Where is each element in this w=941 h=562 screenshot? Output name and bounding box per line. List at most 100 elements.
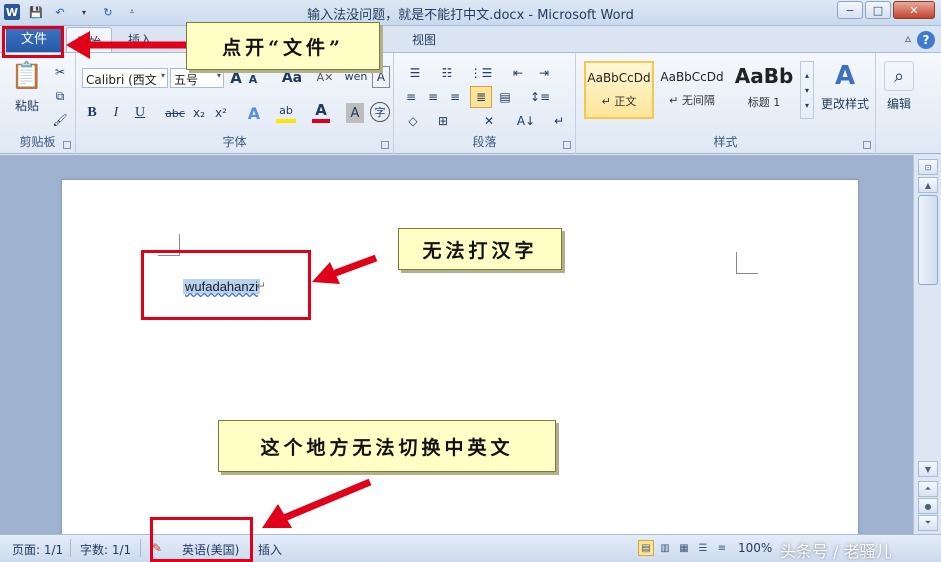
style-name: 标题 1 xyxy=(747,96,781,109)
multilevel-list-icon[interactable]: ⋮☰ xyxy=(468,63,494,83)
style-normal[interactable]: AaBbCcDd ↵ 正文 xyxy=(584,61,654,119)
chevron-up-icon[interactable]: ▴ xyxy=(805,71,809,80)
page-count[interactable]: 页面: 1/1 xyxy=(12,541,63,558)
style-sample: AaBbCcDd xyxy=(660,70,724,84)
styles-scroll[interactable]: ▴ ▾ ▾ xyxy=(800,61,814,119)
binoculars-icon[interactable]: ⌕ xyxy=(884,61,914,91)
maximize-button[interactable]: □ xyxy=(865,1,891,19)
font-group-label: 字体 xyxy=(222,135,247,149)
change-styles-button[interactable]: 更改样式 xyxy=(816,95,874,111)
scroll-up-icon[interactable]: ▲ xyxy=(918,177,938,193)
strikethrough-button[interactable]: abc xyxy=(164,103,186,123)
outline-icon[interactable]: ☰ xyxy=(695,540,711,556)
text-highlight xyxy=(141,250,311,320)
next-page-icon[interactable]: ⏷ xyxy=(918,515,938,531)
word-count[interactable]: 字数: 1/1 xyxy=(80,541,131,558)
group-clipboard: 📋 粘贴 ✂ ⧉ 🖌 剪贴板 xyxy=(0,53,76,154)
shrink-font-button[interactable]: A xyxy=(246,70,260,88)
styles-launcher-icon[interactable] xyxy=(863,141,871,149)
styles-group-label: 样式 xyxy=(713,135,738,149)
title-bar: W 💾 ↶ ▾ ↻ ⩡ 输入法没问题，就是不能打中文.docx - Micros… xyxy=(0,0,941,26)
decrease-indent-icon[interactable]: ⇤ xyxy=(508,63,528,83)
font-name-value: Calibri (西文 xyxy=(86,73,157,87)
align-center-icon[interactable]: ≡ xyxy=(424,87,442,107)
chinese-layout-icon[interactable]: ✕ xyxy=(478,111,500,131)
italic-button[interactable]: I xyxy=(108,103,124,123)
increase-indent-icon[interactable]: ⇥ xyxy=(534,63,554,83)
sort-icon[interactable]: A↓ xyxy=(516,111,536,131)
show-marks-icon[interactable]: ↵ xyxy=(550,111,568,131)
paste-icon[interactable]: 📋 xyxy=(10,59,44,93)
text-effects-icon[interactable]: A xyxy=(244,102,264,124)
minimize-button[interactable]: − xyxy=(837,1,863,19)
tab-insert[interactable]: 插入 xyxy=(128,31,152,48)
change-case-button[interactable]: Aa xyxy=(280,68,304,88)
font-size-combo[interactable]: 五号 ▾ xyxy=(170,68,224,88)
style-name: ↵ 正文 xyxy=(601,95,637,108)
minimize-ribbon-icon[interactable]: ▵ xyxy=(905,31,911,45)
numbering-icon[interactable]: ☷ xyxy=(434,63,460,83)
scroll-thumb[interactable] xyxy=(918,195,938,285)
callout-no-switch: 这个地方无法切换中英文 xyxy=(218,420,556,472)
style-name: ↵ 无间隔 xyxy=(669,94,715,107)
enclose-char-button[interactable]: 字 xyxy=(370,102,390,122)
browse-object-icon[interactable]: ● xyxy=(918,498,938,514)
grow-font-button[interactable]: A xyxy=(228,68,244,88)
tab-view[interactable]: 视图 xyxy=(412,31,436,48)
zoom-level[interactable]: 100% xyxy=(738,541,772,555)
tab-home[interactable]: 开始 xyxy=(66,27,113,53)
style-heading-1[interactable]: AaBb 标题 1 xyxy=(730,61,798,119)
font-name-combo[interactable]: Calibri (西文 ▾ xyxy=(82,68,168,88)
subscript-button[interactable]: x₂ xyxy=(190,103,208,123)
group-styles: AaBbCcDd ↵ 正文 AaBbCcDd ↵ 无间隔 AaBb 标题 1 ▴… xyxy=(576,53,876,154)
align-right-icon[interactable]: ≡ xyxy=(446,87,464,107)
highlight-button[interactable]: ab xyxy=(276,101,296,123)
help-icon[interactable]: ? xyxy=(917,31,935,49)
close-button[interactable]: ✕ xyxy=(893,1,935,19)
cut-icon[interactable]: ✂ xyxy=(50,63,70,81)
bold-button[interactable]: B xyxy=(84,103,100,123)
file-tab-highlight xyxy=(2,26,64,58)
group-editing: ⌕ 编辑 xyxy=(876,53,920,154)
format-painter-icon[interactable]: 🖌 xyxy=(50,111,70,129)
chevron-down-icon[interactable]: ▾ xyxy=(805,86,809,95)
clipboard-launcher-icon[interactable] xyxy=(63,141,71,149)
style-no-spacing[interactable]: AaBbCcDd ↵ 无间隔 xyxy=(656,61,728,119)
paragraph-launcher-icon[interactable] xyxy=(563,141,571,149)
full-screen-reading-icon[interactable]: ▥ xyxy=(657,540,673,556)
paste-button[interactable]: 粘贴 xyxy=(8,97,46,114)
char-shading-icon[interactable]: A xyxy=(346,103,364,123)
clear-format-icon[interactable]: A✕ xyxy=(316,67,334,87)
insert-mode[interactable]: 插入 xyxy=(258,541,282,558)
callout-no-hanzi: 无法打汉字 xyxy=(398,228,562,270)
more-styles-icon[interactable]: ▾ xyxy=(805,101,809,110)
draft-icon[interactable]: ≡ xyxy=(714,540,730,556)
watermark: 头条号 / 老骚儿 xyxy=(780,542,892,561)
font-color-button[interactable]: A xyxy=(312,101,330,123)
vertical-scrollbar[interactable]: ⊡ ▲ ▼ ⏶ ● ⏷ xyxy=(913,155,941,534)
line-spacing-icon[interactable]: ↕≡ xyxy=(528,87,552,107)
change-styles-icon[interactable]: A xyxy=(828,59,862,93)
superscript-button[interactable]: x² xyxy=(212,103,230,123)
web-layout-icon[interactable]: ▦ xyxy=(676,540,692,556)
shading-icon[interactable]: ◇ xyxy=(402,111,424,131)
callout-open-file: 点开“文件” xyxy=(186,22,380,70)
distributed-icon[interactable]: ▤ xyxy=(496,87,514,107)
chevron-down-icon: ▾ xyxy=(160,71,165,80)
bullets-icon[interactable]: ☰ xyxy=(402,63,428,83)
align-left-icon[interactable]: ≡ xyxy=(402,87,420,107)
margin-corner-tr xyxy=(736,252,758,274)
underline-button[interactable]: U xyxy=(132,103,148,123)
copy-icon[interactable]: ⧉ xyxy=(50,87,70,105)
font-launcher-icon[interactable] xyxy=(381,141,389,149)
scroll-down-icon[interactable]: ▼ xyxy=(918,461,938,477)
ribbon: 📋 粘贴 ✂ ⧉ 🖌 剪贴板 Calibri (西文 ▾ 五号 ▾ A A Aa A… xyxy=(0,52,941,154)
chevron-down-icon: ▾ xyxy=(216,71,221,80)
borders-icon[interactable]: ⊞ xyxy=(432,111,454,131)
print-layout-icon[interactable]: ▤ xyxy=(638,540,654,556)
prev-page-icon[interactable]: ⏶ xyxy=(918,481,938,497)
justify-icon[interactable]: ≣ xyxy=(470,86,492,108)
editing-button[interactable]: 编辑 xyxy=(880,95,918,111)
language-highlight xyxy=(150,517,253,562)
ruler-toggle-icon[interactable]: ⊡ xyxy=(918,159,938,175)
